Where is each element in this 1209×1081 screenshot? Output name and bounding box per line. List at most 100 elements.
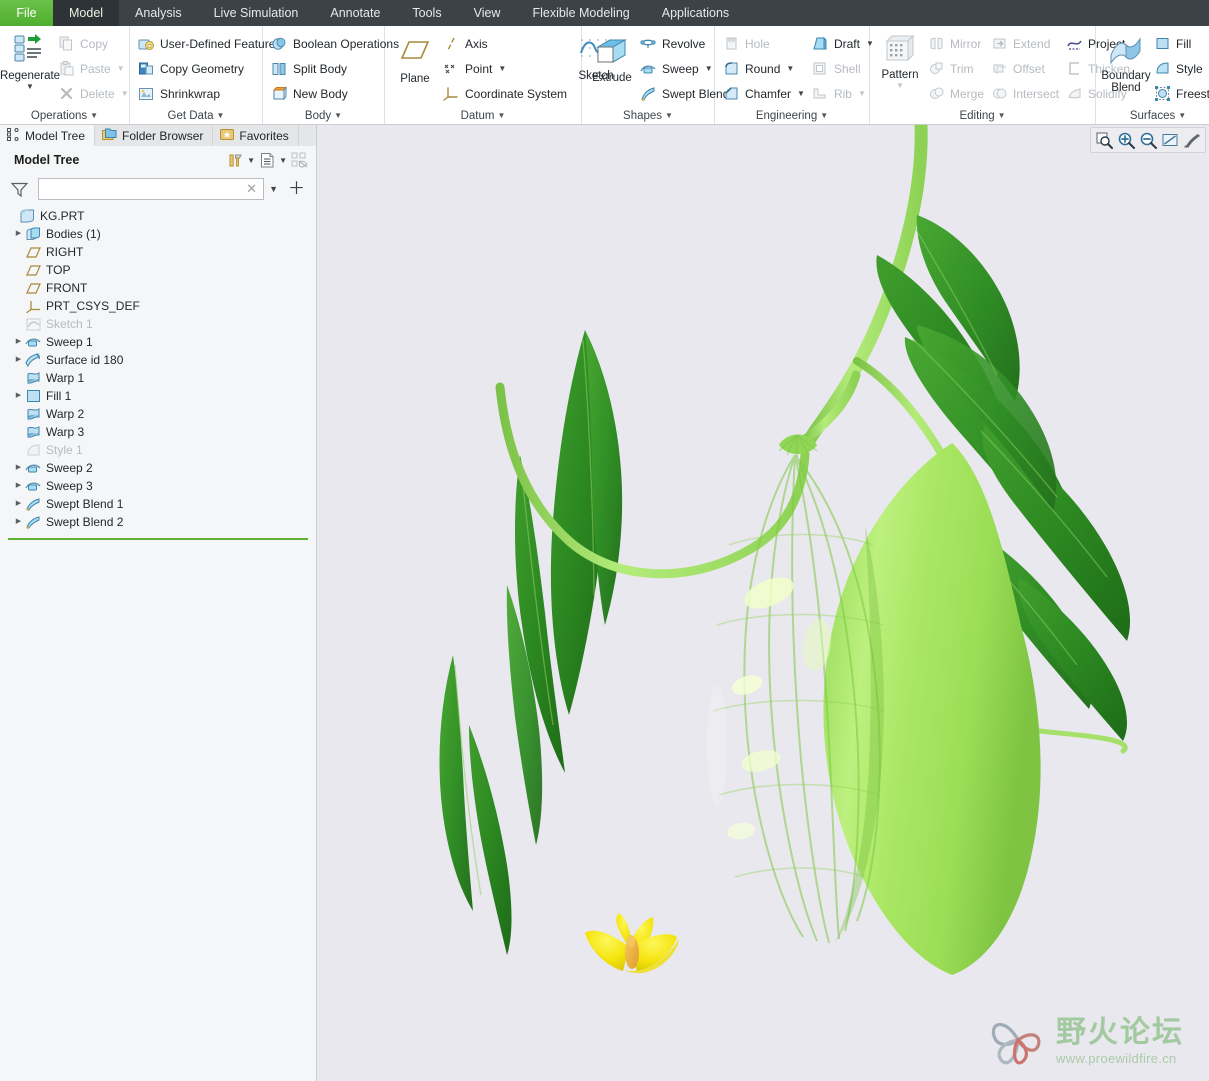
zoom-area-icon[interactable]: [1093, 129, 1115, 151]
tree-item-style-1[interactable]: Style 1: [0, 441, 316, 459]
boolean-operations-button[interactable]: Boolean Operations: [268, 31, 403, 56]
chevron-down-icon[interactable]: ▼: [498, 64, 506, 73]
insert-here-line[interactable]: [8, 538, 308, 540]
user-defined-feature-button[interactable]: User-Defined Feature: [135, 31, 279, 56]
paste-button[interactable]: Paste ▼: [55, 56, 133, 81]
mirror-button[interactable]: Mirror: [925, 31, 988, 56]
clear-x-icon[interactable]: ✕: [240, 181, 263, 197]
expand-arrow[interactable]: ▶: [12, 387, 25, 405]
chevron-down-icon[interactable]: ▼: [896, 82, 904, 90]
model-tree[interactable]: KG.PRT ▶ Bodies (1) RIGHT TOP FRONT PRT_…: [0, 204, 316, 1081]
chamfer-button[interactable]: Chamfer ▼: [720, 81, 809, 106]
expand-arrow[interactable]: ▶: [12, 513, 25, 531]
model-tree-search[interactable]: ✕: [38, 178, 265, 200]
coordinate-system-button[interactable]: Coordinate System: [440, 81, 571, 106]
tab-view[interactable]: View: [458, 0, 517, 26]
offset-button[interactable]: Offset: [988, 56, 1063, 81]
tree-filter-hidden-icon[interactable]: [291, 152, 308, 169]
merge-button[interactable]: Merge: [925, 81, 988, 106]
rib-button[interactable]: Rib ▼: [809, 81, 878, 106]
funnel-icon[interactable]: [6, 182, 33, 197]
nav-tab-model-tree[interactable]: Model Tree: [0, 125, 96, 146]
tree-item-surface-id-180[interactable]: ▶ Surface id 180: [0, 351, 316, 369]
draft-button[interactable]: Draft ▼: [809, 31, 878, 56]
chevron-down-icon[interactable]: ▼: [705, 64, 713, 73]
extrude-button[interactable]: Extrude: [587, 31, 637, 86]
tree-item-prt-csys-def[interactable]: PRT_CSYS_DEF: [0, 297, 316, 315]
expand-arrow[interactable]: ▶: [12, 225, 25, 243]
tree-item-swept-blend-2[interactable]: ▶ Swept Blend 2: [0, 513, 316, 531]
group-title-get-data[interactable]: Get Data ▼: [130, 106, 262, 126]
delete-button[interactable]: Delete ▼: [55, 81, 133, 106]
tree-item-front[interactable]: FRONT: [0, 279, 316, 297]
chevron-down-icon[interactable]: ▼: [247, 156, 255, 165]
point-button[interactable]: Point ▼: [440, 56, 571, 81]
chevron-down-icon[interactable]: ▼: [820, 111, 828, 120]
chevron-down-icon[interactable]: ▼: [279, 156, 287, 165]
chevron-down-icon[interactable]: ▼: [117, 64, 125, 73]
tree-item-warp-2[interactable]: Warp 2: [0, 405, 316, 423]
chevron-down-icon[interactable]: ▼: [217, 111, 225, 120]
pattern-button[interactable]: Pattern ▼: [875, 31, 925, 92]
tab-applications[interactable]: Applications: [646, 0, 745, 26]
axis-button[interactable]: Axis: [440, 31, 571, 56]
chevron-down-icon[interactable]: ▼: [998, 111, 1006, 120]
expand-arrow[interactable]: ▶: [12, 351, 25, 369]
split-body-button[interactable]: Split Body: [268, 56, 403, 81]
zoom-in-icon[interactable]: [1115, 129, 1137, 151]
expand-arrow[interactable]: ▶: [12, 333, 25, 351]
search-input[interactable]: [39, 179, 241, 199]
tree-item-bodies[interactable]: ▶ Bodies (1): [0, 225, 316, 243]
shrinkwrap-button[interactable]: Shrinkwrap: [135, 81, 279, 106]
tab-flexible-modeling[interactable]: Flexible Modeling: [516, 0, 645, 26]
chevron-down-icon[interactable]: ▼: [497, 111, 505, 120]
graphics-window[interactable]: 野火论坛 www.proewildfire.cn: [317, 125, 1209, 1081]
group-title-datum[interactable]: Datum ▼: [385, 106, 581, 126]
group-title-body[interactable]: Body ▼: [263, 106, 384, 126]
refit-icon[interactable]: [1159, 129, 1181, 151]
tab-analysis[interactable]: Analysis: [119, 0, 198, 26]
shell-button[interactable]: Shell: [809, 56, 878, 81]
group-title-editing[interactable]: Editing ▼: [870, 106, 1095, 126]
nav-tab-favorites[interactable]: Favorites: [213, 125, 299, 146]
boundary-blend-button[interactable]: Boundary Blend: [1101, 31, 1151, 96]
tree-item-warp-1[interactable]: Warp 1: [0, 369, 316, 387]
plane-button[interactable]: Plane: [390, 31, 440, 87]
chevron-down-icon[interactable]: ▼: [797, 89, 805, 98]
fill-button[interactable]: Fill: [1151, 31, 1209, 56]
tree-item-top[interactable]: TOP: [0, 261, 316, 279]
plus-icon[interactable]: ＋: [283, 180, 310, 197]
group-title-operations[interactable]: Operations ▼: [0, 106, 129, 126]
tab-model[interactable]: Model: [53, 0, 120, 26]
expand-arrow[interactable]: ▶: [12, 477, 25, 495]
expand-arrow[interactable]: ▶: [12, 459, 25, 477]
trim-button[interactable]: Trim: [925, 56, 988, 81]
tree-item-sweep-2[interactable]: ▶ Sweep 2: [0, 459, 316, 477]
chevron-down-icon[interactable]: ▼: [786, 64, 794, 73]
chevron-down-icon[interactable]: ▼: [121, 89, 129, 98]
tree-item-sweep-1[interactable]: ▶ Sweep 1: [0, 333, 316, 351]
tab-annotate[interactable]: Annotate: [314, 0, 396, 26]
spin-center-icon[interactable]: [1181, 129, 1203, 151]
chevron-down-icon[interactable]: ▼: [665, 111, 673, 120]
hole-button[interactable]: Hole: [720, 31, 809, 56]
copy-geometry-button[interactable]: Copy Geometry: [135, 56, 279, 81]
new-body-button[interactable]: New Body: [268, 81, 403, 106]
tab-tools[interactable]: Tools: [396, 0, 457, 26]
bitter-gourd-fruit[interactable]: [707, 434, 1041, 976]
zoom-out-icon[interactable]: [1137, 129, 1159, 151]
tools-settings-icon[interactable]: ▼: [227, 152, 255, 169]
chevron-down-icon[interactable]: ▼: [26, 83, 34, 91]
flower[interactable]: [585, 913, 679, 974]
group-title-engineering[interactable]: Engineering ▼: [715, 106, 869, 126]
tree-item-sketch-1[interactable]: Sketch 1: [0, 315, 316, 333]
chevron-down-icon[interactable]: ▼: [858, 89, 866, 98]
extend-button[interactable]: Extend: [988, 31, 1063, 56]
round-button[interactable]: Round ▼: [720, 56, 809, 81]
tree-item-right[interactable]: RIGHT: [0, 243, 316, 261]
tree-item-kg-prt[interactable]: KG.PRT: [0, 207, 316, 225]
intersect-button[interactable]: Intersect: [988, 81, 1063, 106]
nav-tab-folder-browser[interactable]: Folder Browser: [95, 125, 214, 146]
tree-item-warp-3[interactable]: Warp 3: [0, 423, 316, 441]
regenerate-button[interactable]: Regenerate ▼: [0, 31, 60, 93]
